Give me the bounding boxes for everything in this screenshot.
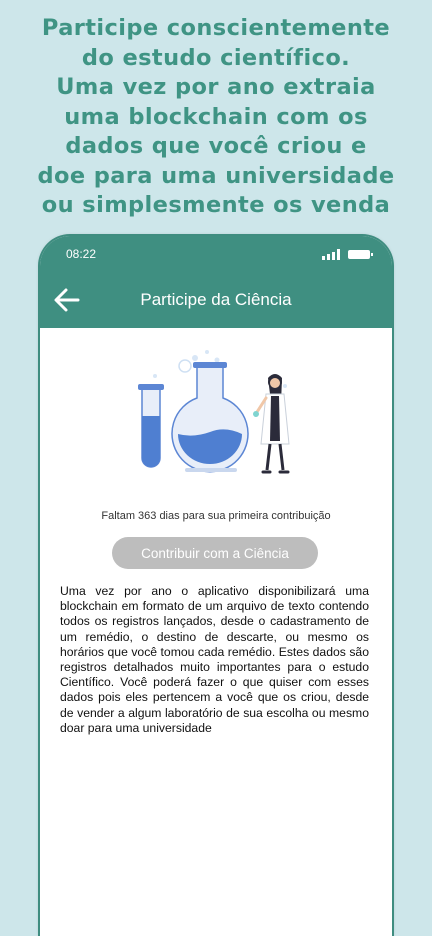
headline-line: ou simplesmente os venda xyxy=(41,192,391,218)
page-title: Participe da Ciência xyxy=(140,290,292,309)
headline-line: Uma vez por ano extraia xyxy=(56,74,376,100)
status-time: 08:22 xyxy=(66,247,97,261)
headline-line: Participe conscientemente xyxy=(41,15,391,41)
signal-icon xyxy=(322,248,340,260)
headline-line: do estudo científico. xyxy=(81,44,351,71)
headline-line: uma blockchain com os xyxy=(64,103,368,130)
description-text: Uma vez por ano o aplicativo disponibili… xyxy=(60,584,369,735)
phone-mockup: 08:22 Participe da Ciência Faltam 363 di… xyxy=(40,236,392,936)
status-icons xyxy=(322,248,373,260)
battery-icon xyxy=(348,249,373,259)
headline-line: dados que você criou e xyxy=(65,133,367,159)
promo-headline: Participe conscientemente do estudo cien… xyxy=(0,14,432,221)
back-arrow-icon[interactable] xyxy=(52,286,82,314)
app-bar: Participe da Ciência xyxy=(40,272,392,328)
status-bar: 08:22 xyxy=(40,236,392,272)
contribute-button[interactable]: Contribuir com a Ciência xyxy=(112,537,318,569)
headline-line: doe para uma universidade xyxy=(37,162,395,189)
countdown-text: Faltam 363 dias para sua primeira contri… xyxy=(101,510,331,522)
science-illustration xyxy=(138,350,290,474)
